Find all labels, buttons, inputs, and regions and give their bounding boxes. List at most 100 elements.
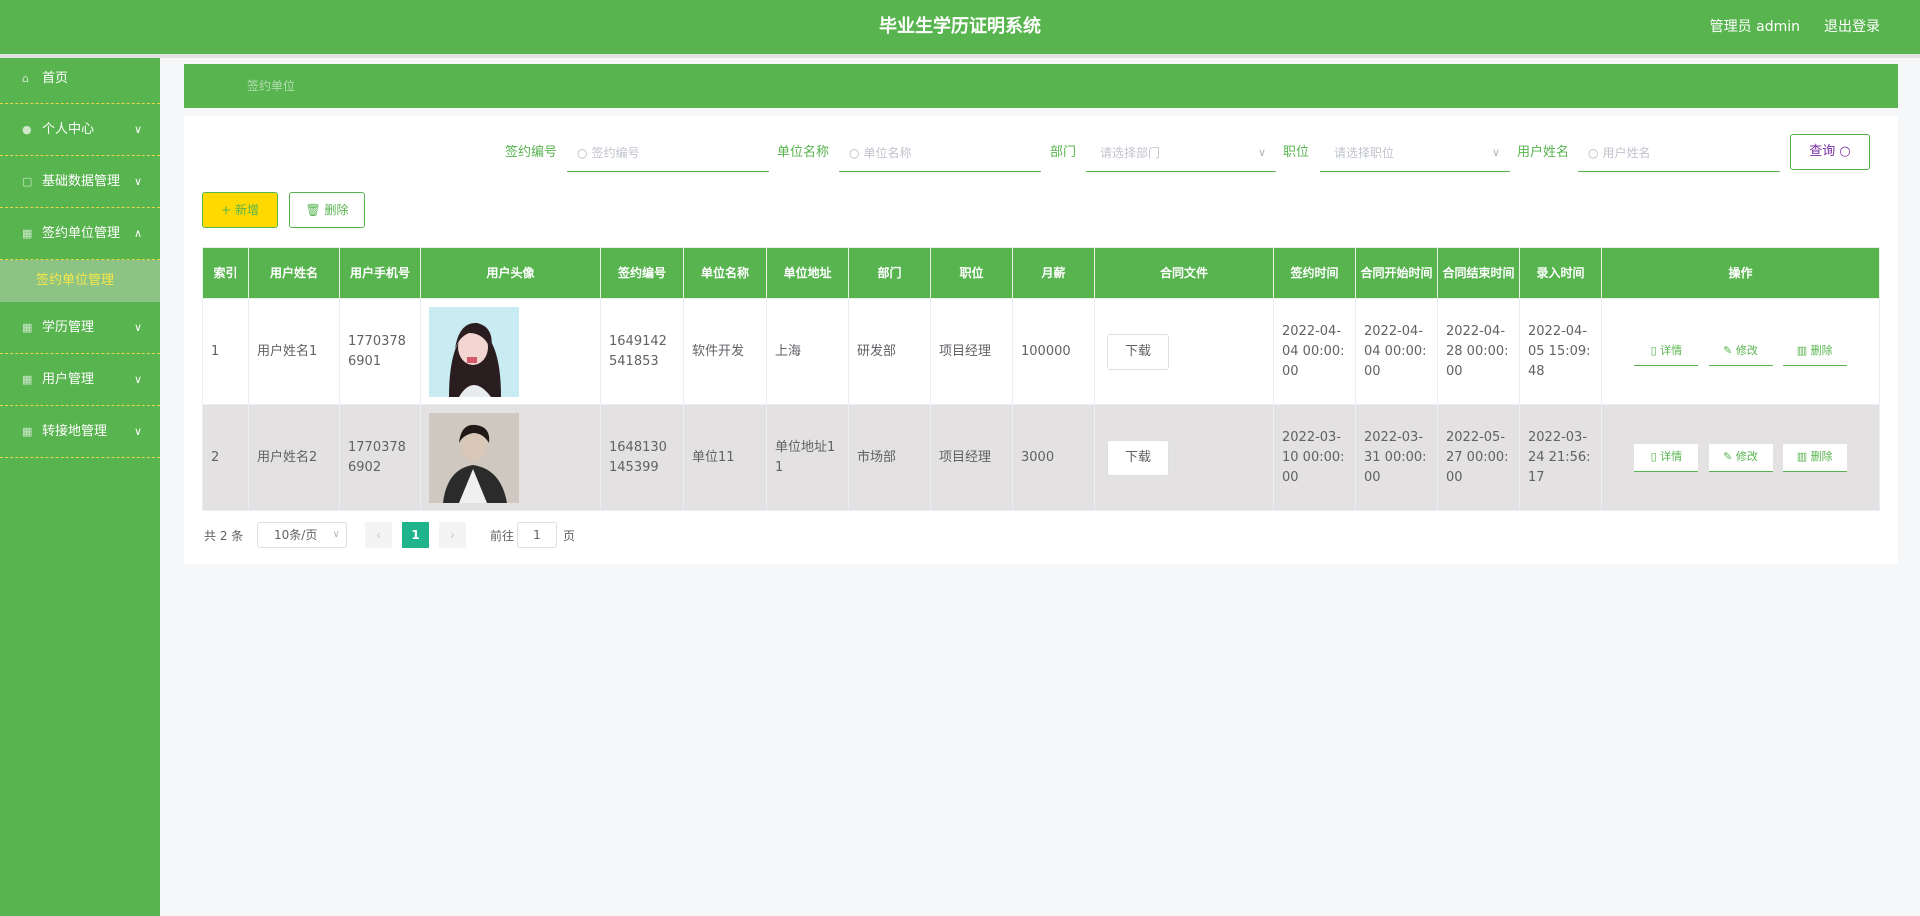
sign-no-label: 签约编号 [505, 145, 558, 160]
cell-phone: 17703786901 [339, 298, 421, 405]
column-header: 职位 [930, 247, 1013, 299]
app-title: 毕业生学历证明系统 [879, 16, 1041, 37]
cell-position: 项目经理 [930, 404, 1013, 511]
cell-sign-no: 1648130145399 [600, 404, 684, 511]
table-header-row: 索引 用户姓名 用户手机号 用户头像 签约编号 单位名称 单位地址 部门 职位 … [202, 247, 1880, 299]
sidebar-item-label: 首页 [42, 71, 69, 86]
cell-contract: 下载 [1094, 404, 1274, 511]
sidebar-item-label: 签约单位管理 [42, 226, 121, 241]
sidebar-item-education[interactable]: ▦ 学历管理 ∨ [0, 302, 160, 354]
sidebar-item-sign-unit[interactable]: ▦ 签约单位管理 ∧ [0, 208, 160, 260]
logout-link[interactable]: 退出登录 [1824, 0, 1880, 54]
unit-name-label: 单位名称 [777, 145, 830, 160]
chevron-up-icon: ∧ [133, 227, 142, 240]
column-header: 用户头像 [420, 247, 601, 299]
goto-page-input[interactable]: 1 [517, 522, 557, 548]
cell-index: 2 [202, 404, 249, 511]
chevron-down-icon: ∨ [1491, 146, 1500, 159]
cell-index: 1 [202, 298, 249, 405]
cell-salary: 100000 [1012, 298, 1095, 405]
sidebar-item-label: 用户管理 [42, 372, 95, 387]
plus-icon: + [221, 203, 232, 217]
search-icon: ○ [849, 146, 860, 160]
query-button[interactable]: 查询 ○ [1790, 134, 1870, 170]
home-icon: ⌂ [22, 72, 29, 85]
search-bar: 签约编号 ○ 签约编号 单位名称 ○ 单位名称 部门 请选择部门 ∨ 职位 请选择职位… [184, 134, 1898, 172]
pagination: 共 2 条 10条/页 ∨ ‹ 1 › 前往 1 页 [204, 522, 804, 550]
column-header: 合同开始时间 [1355, 247, 1438, 299]
breadcrumb-current: 签约单位 [247, 79, 296, 93]
position-label: 职位 [1283, 145, 1310, 160]
next-page-button[interactable]: › [439, 522, 466, 548]
column-header: 签约编号 [600, 247, 684, 299]
department-select[interactable]: 请选择部门 ∨ [1086, 134, 1276, 172]
download-button[interactable]: 下载 [1107, 333, 1169, 370]
column-header: 用户手机号 [339, 247, 421, 299]
detail-button[interactable]: ▯ 详情 [1634, 443, 1699, 472]
column-header: 月薪 [1012, 247, 1095, 299]
cell-actions: ▯ 详情 ✎ 修改 ▥ 删除 [1601, 298, 1880, 405]
sidebar-item-label: 学历管理 [42, 320, 95, 335]
username-input[interactable]: ○ 用户姓名 [1578, 134, 1780, 172]
edit-button[interactable]: ✎ 修改 [1708, 443, 1773, 472]
sidebar-item-label: 基础数据管理 [42, 174, 121, 189]
cell-avatar [420, 298, 601, 405]
avatar [429, 412, 519, 503]
sign-no-input[interactable]: ○ 签约编号 [567, 134, 769, 172]
document-icon: ▯ [1650, 449, 1657, 463]
cell-avatar [420, 404, 601, 511]
cell-start-time: 2022-04-04 00:00:00 [1355, 298, 1438, 405]
sidebar-item-transfer[interactable]: ▦ 转接地管理 ∨ [0, 406, 160, 458]
top-bar: 毕业生学历证明系统 管理员 admin 退出登录 [0, 0, 1920, 54]
current-user: 管理员 admin [1709, 19, 1800, 35]
cell-contract: 下载 [1094, 298, 1274, 405]
sidebar-item-users[interactable]: ▦ 用户管理 ∨ [0, 354, 160, 406]
grid-icon: ▢ [22, 175, 33, 188]
chevron-down-icon: ∨ [133, 373, 142, 386]
total-count: 共 2 条 [204, 529, 244, 543]
add-button[interactable]: + 新增 [202, 192, 278, 228]
sidebar-item-label: 个人中心 [42, 122, 95, 137]
batch-delete-button[interactable]: 🗑 删除 [289, 192, 365, 228]
top-divider [0, 54, 1920, 58]
cell-unit: 单位11 [683, 404, 767, 511]
detail-button[interactable]: ▯ 详情 [1634, 337, 1699, 366]
column-header: 索引 [202, 247, 249, 299]
sidebar-item-basic-data[interactable]: ▢ 基础数据管理 ∨ [0, 156, 160, 208]
download-button[interactable]: 下载 [1107, 439, 1169, 476]
trash-icon: ▥ [1796, 343, 1808, 357]
cell-actions: ▯ 详情 ✎ 修改 ▥ 删除 [1601, 404, 1880, 511]
search-icon: ○ [1839, 144, 1851, 159]
search-icon: ○ [577, 146, 588, 160]
unit-name-input[interactable]: ○ 单位名称 [839, 134, 1041, 172]
page-number-current[interactable]: 1 [402, 522, 429, 548]
cell-address: 单位地址11 [766, 404, 849, 511]
cell-entry-time: 2022-03-24 21:56:17 [1519, 404, 1602, 511]
column-header: 部门 [848, 247, 931, 299]
column-header: 单位地址 [766, 247, 849, 299]
page-size-select[interactable]: 10条/页 ∨ [257, 522, 347, 548]
trash-icon: 🗑 [305, 203, 321, 217]
delete-button[interactable]: ▥ 删除 [1782, 443, 1847, 472]
sidebar-subitem-sign-unit-manage[interactable]: 签约单位管理 [0, 260, 160, 302]
column-header: 签约时间 [1273, 247, 1356, 299]
sidebar-item-personal[interactable]: ● 个人中心 ∨ [0, 104, 160, 156]
cell-sign-time: 2022-03-10 00:00:00 [1273, 404, 1356, 511]
grid-icon: ▦ [22, 373, 33, 386]
cell-name: 用户姓名1 [248, 298, 340, 405]
document-icon: ▯ [1650, 343, 1657, 357]
position-select[interactable]: 请选择职位 ∨ [1320, 134, 1510, 172]
sidebar-item-home[interactable]: ⌂ 首页 [0, 58, 160, 104]
delete-button[interactable]: ▥ 删除 [1782, 337, 1847, 366]
prev-page-button[interactable]: ‹ [365, 522, 392, 548]
column-header: 单位名称 [683, 247, 767, 299]
cell-entry-time: 2022-04-05 15:09:48 [1519, 298, 1602, 405]
cell-name: 用户姓名2 [248, 404, 340, 511]
chevron-down-icon: ∨ [332, 529, 340, 540]
breadcrumb: 签约单位 [184, 64, 1898, 108]
edit-button[interactable]: ✎ 修改 [1708, 337, 1773, 366]
trash-icon: ▥ [1796, 449, 1808, 463]
avatar [429, 306, 519, 397]
cell-dept: 市场部 [848, 404, 931, 511]
goto-suffix: 页 [563, 529, 576, 543]
